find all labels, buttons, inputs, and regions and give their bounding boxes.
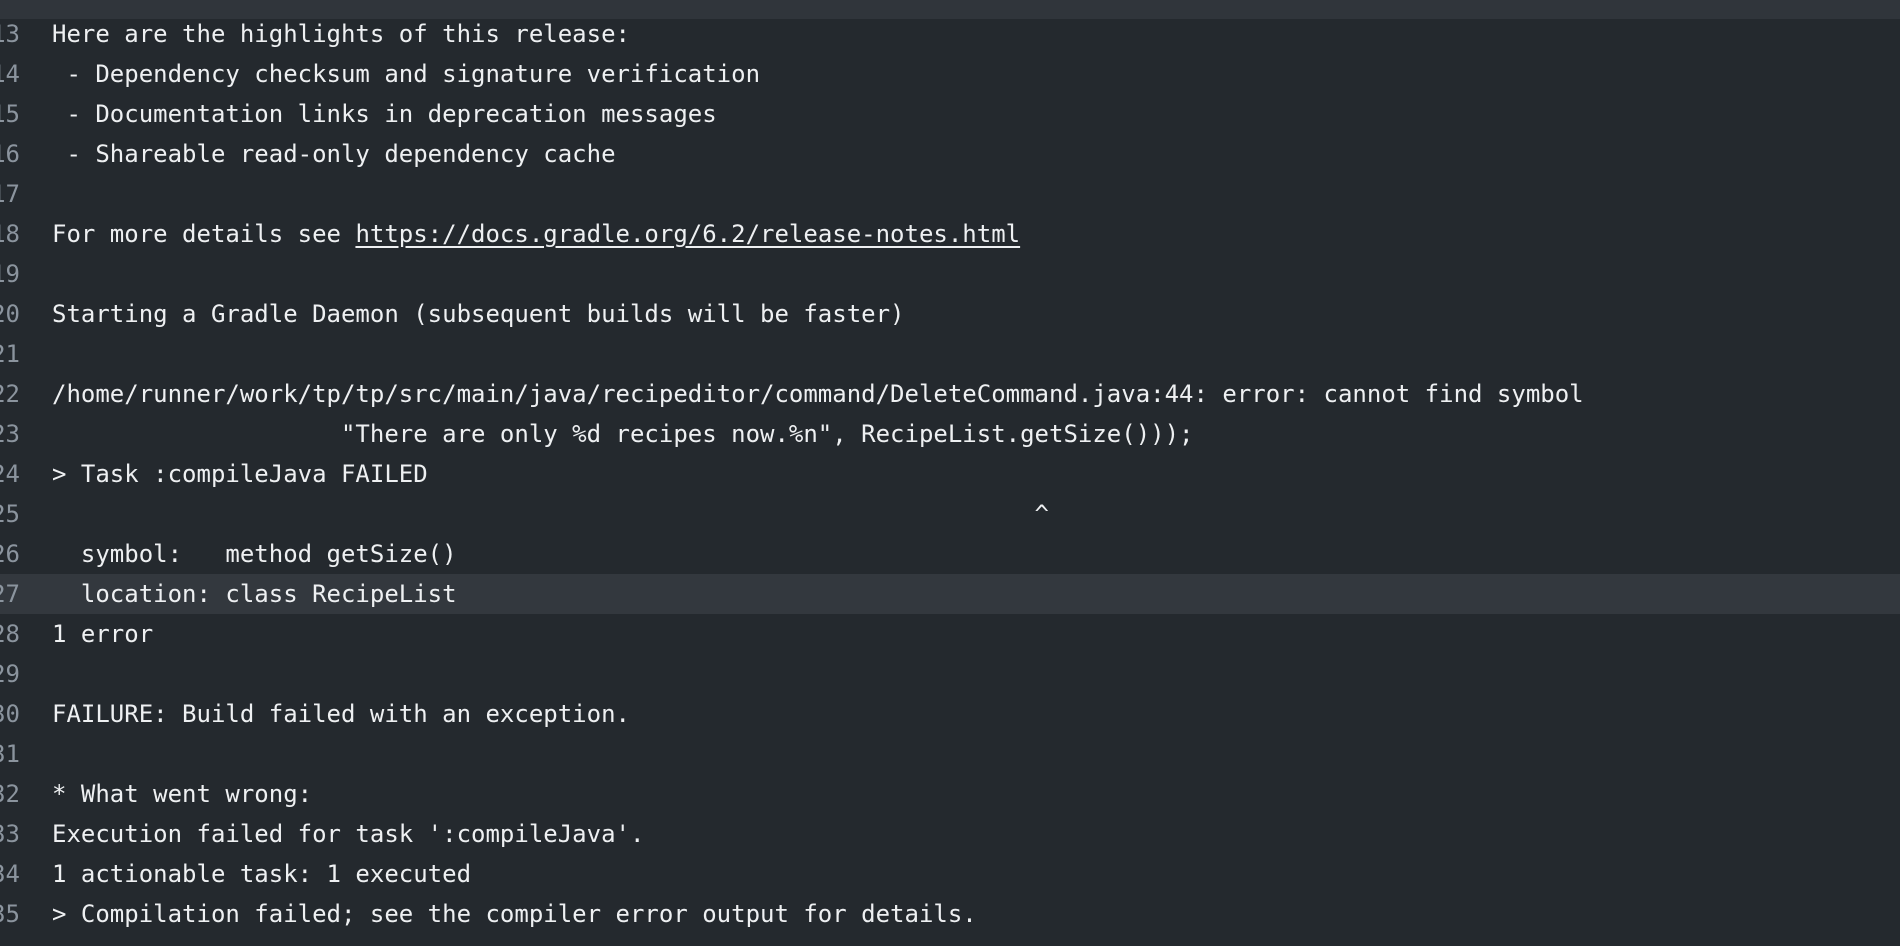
log-line-text: > Compilation failed; see the compiler e… [52,900,977,928]
line-number[interactable]: 20 [0,294,20,334]
log-line[interactable]: 17 [0,174,1900,214]
log-line-text: * What went wrong: [52,780,313,808]
log-line-text: location: class RecipeList [52,580,457,608]
log-line[interactable]: 29 [0,654,1900,694]
log-line-text: Here are the highlights of this release: [52,20,630,48]
line-number[interactable]: 25 [0,494,20,534]
log-line[interactable]: 30 FAILURE: Build failed with an excepti… [0,694,1900,734]
log-line[interactable]: 25 ^ [0,494,1900,534]
line-number[interactable]: 18 [0,214,20,254]
log-line[interactable]: 16 - Shareable read-only dependency cach… [0,134,1900,174]
log-line-text: > Task :compileJava FAILED [52,460,428,488]
log-line-text: Starting a Gradle Daemon (subsequent bui… [52,300,905,328]
log-line[interactable]: 20 Starting a Gradle Daemon (subsequent … [0,294,1900,334]
log-line[interactable]: 31 [0,734,1900,774]
log-line-text: 1 actionable task: 1 executed [52,860,472,888]
log-line[interactable]: 34 1 actionable task: 1 executed [0,854,1900,894]
log-line-text: "There are only %d recipes now.%n", Reci… [52,420,1194,448]
line-number[interactable]: 34 [0,854,20,894]
line-number[interactable]: 24 [0,454,20,494]
line-number[interactable]: 31 [0,734,20,774]
line-number[interactable]: 32 [0,774,20,814]
line-number[interactable]: 29 [0,654,20,694]
log-line[interactable]: 32 * What went wrong: [0,774,1900,814]
build-log-viewer[interactable]: 13 Here are the highlights of this relea… [0,0,1900,946]
details-prefix-text: For more details see [52,220,356,248]
log-line[interactable]: 19 [0,254,1900,294]
line-number[interactable]: 15 [0,94,20,134]
release-notes-link[interactable]: https://docs.gradle.org/6.2/release-note… [355,220,1020,248]
log-line[interactable]: 22 /home/runner/work/tp/tp/src/main/java… [0,374,1900,414]
log-line-text: symbol: method getSize() [52,540,457,568]
log-line-text: 1 error [52,620,154,648]
log-line[interactable]: 23 "There are only %d recipes now.%n", R… [0,414,1900,454]
log-line-text: For more details see https://docs.gradle… [52,214,1020,254]
log-line[interactable]: 26 symbol: method getSize() [0,534,1900,574]
line-number[interactable]: 21 [0,334,20,374]
line-number[interactable]: 13 [0,14,20,54]
log-line-text: /home/runner/work/tp/tp/src/main/java/re… [52,380,1584,408]
log-line[interactable]: 33 Execution failed for task ':compileJa… [0,814,1900,854]
log-line-text: - Documentation links in deprecation mes… [52,100,717,128]
line-number[interactable]: 35 [0,894,20,934]
line-number[interactable]: 22 [0,374,20,414]
log-line[interactable]: 15 - Documentation links in deprecation … [0,94,1900,134]
line-number[interactable]: 27 [0,574,20,614]
line-number[interactable]: 19 [0,254,20,294]
log-lines: 13 Here are the highlights of this relea… [0,14,1900,934]
line-number[interactable]: 28 [0,614,20,654]
line-number[interactable]: 14 [0,54,20,94]
log-line[interactable]: 14 - Dependency checksum and signature v… [0,54,1900,94]
log-line-highlighted[interactable]: 27 location: class RecipeList [0,574,1900,614]
log-line[interactable]: 28 1 error [0,614,1900,654]
log-line[interactable]: 13 Here are the highlights of this relea… [0,14,1900,54]
log-line-text: Execution failed for task ':compileJava'… [52,820,645,848]
log-line-text: ^ [52,500,1049,528]
line-number[interactable]: 26 [0,534,20,574]
log-line-text: FAILURE: Build failed with an exception. [52,700,630,728]
line-number[interactable]: 23 [0,414,20,454]
log-line[interactable]: 21 [0,334,1900,374]
log-line[interactable]: 18 For more details see https://docs.gra… [0,214,1900,254]
line-number[interactable]: 17 [0,174,20,214]
log-line-text: - Shareable read-only dependency cache [52,140,616,168]
log-line[interactable]: 35 > Compilation failed; see the compile… [0,894,1900,934]
log-line[interactable]: 24 > Task :compileJava FAILED [0,454,1900,494]
line-number[interactable]: 30 [0,694,20,734]
line-number[interactable]: 33 [0,814,20,854]
line-number[interactable]: 16 [0,134,20,174]
log-line-text: - Dependency checksum and signature veri… [52,60,761,88]
